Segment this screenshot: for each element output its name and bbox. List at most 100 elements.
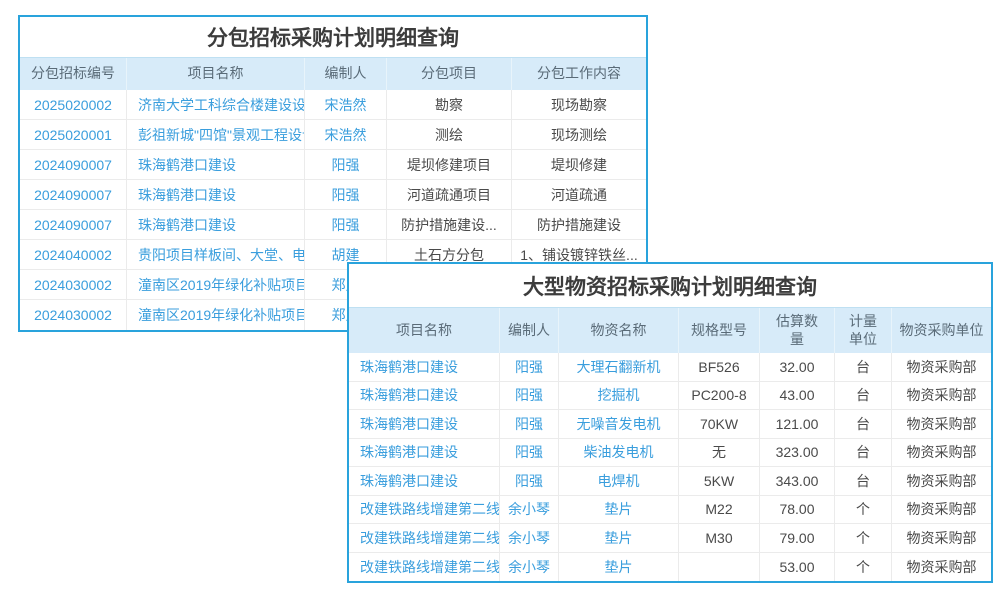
cell-project[interactable]: 潼南区2019年绿化补贴项目: [127, 270, 305, 299]
cell-unit: 个: [835, 496, 892, 524]
cell-compiler[interactable]: 余小琴: [500, 553, 559, 582]
cell-code[interactable]: 2024090007: [20, 210, 127, 239]
cell-compiler[interactable]: 阳强: [500, 439, 559, 467]
column-header-sub_item: 分包项目: [387, 58, 512, 90]
cell-compiler[interactable]: 阳强: [500, 467, 559, 495]
cell-material[interactable]: 电焊机: [559, 467, 679, 495]
cell-compiler[interactable]: 阳强: [305, 180, 387, 209]
cell-project[interactable]: 珠海鹤港口建设: [349, 353, 500, 381]
cell-qty: 53.00: [760, 553, 835, 582]
cell-unit: 台: [835, 382, 892, 410]
cell-purchase_dept: 物资采购部: [892, 353, 991, 381]
cell-material[interactable]: 垫片: [559, 553, 679, 582]
table-row: 珠海鹤港口建设阳强挖掘机PC200-843.00台物资采购部: [349, 382, 991, 411]
cell-unit: 台: [835, 410, 892, 438]
cell-spec: 70KW: [679, 410, 760, 438]
cell-project[interactable]: 珠海鹤港口建设: [127, 150, 305, 179]
materials-header-row: 项目名称编制人物资名称规格型号估算数 量计量 单位物资采购单位: [349, 308, 991, 353]
cell-project[interactable]: 潼南区2019年绿化补贴项目: [127, 300, 305, 330]
cell-compiler[interactable]: 余小琴: [500, 524, 559, 552]
cell-work_content: 现场测绘: [512, 120, 646, 149]
cell-project[interactable]: 改建铁路线增建第二线直通: [349, 496, 500, 524]
cell-project[interactable]: 贵阳项目样板间、大堂、电梯: [127, 240, 305, 269]
cell-purchase_dept: 物资采购部: [892, 524, 991, 552]
column-header-compiler: 编制人: [305, 58, 387, 90]
cell-spec: 无: [679, 439, 760, 467]
cell-code[interactable]: 2025020001: [20, 120, 127, 149]
table-row: 2024090007珠海鹤港口建设阳强防护措施建设...防护措施建设: [20, 210, 646, 240]
cell-material[interactable]: 无噪音发电机: [559, 410, 679, 438]
cell-unit: 台: [835, 439, 892, 467]
cell-project[interactable]: 珠海鹤港口建设: [349, 467, 500, 495]
cell-purchase_dept: 物资采购部: [892, 553, 991, 582]
cell-material[interactable]: 大理石翻新机: [559, 353, 679, 381]
cell-qty: 121.00: [760, 410, 835, 438]
cell-project[interactable]: 改建铁路线增建第二线直通: [349, 524, 500, 552]
cell-code[interactable]: 2024030002: [20, 300, 127, 330]
cell-code[interactable]: 2025020002: [20, 90, 127, 119]
cell-spec: PC200-8: [679, 382, 760, 410]
cell-qty: 323.00: [760, 439, 835, 467]
column-header-spec: 规格型号: [679, 308, 760, 353]
cell-sub_item: 测绘: [387, 120, 512, 149]
cell-work_content: 河道疏通: [512, 180, 646, 209]
materials-table-body: 珠海鹤港口建设阳强大理石翻新机BF52632.00台物资采购部珠海鹤港口建设阳强…: [349, 353, 991, 581]
cell-spec: BF526: [679, 353, 760, 381]
table-row: 2025020001彭祖新城"四馆"景观工程设计宋浩然测绘现场测绘: [20, 120, 646, 150]
table-row: 改建铁路线增建第二线直通余小琴垫片M3079.00个物资采购部: [349, 524, 991, 553]
cell-purchase_dept: 物资采购部: [892, 467, 991, 495]
cell-compiler[interactable]: 宋浩然: [305, 120, 387, 149]
cell-code[interactable]: 2024090007: [20, 150, 127, 179]
cell-qty: 79.00: [760, 524, 835, 552]
table-row: 改建铁路线增建第二线直通余小琴垫片53.00个物资采购部: [349, 553, 991, 582]
table-row: 珠海鹤港口建设阳强无噪音发电机70KW121.00台物资采购部: [349, 410, 991, 439]
cell-purchase_dept: 物资采购部: [892, 382, 991, 410]
cell-compiler[interactable]: 阳强: [500, 410, 559, 438]
table-row: 2025020002济南大学工科综合楼建设设计宋浩然勘察现场勘察: [20, 90, 646, 120]
column-header-project: 项目名称: [349, 308, 500, 353]
cell-work_content: 防护措施建设: [512, 210, 646, 239]
cell-compiler[interactable]: 阳强: [500, 353, 559, 381]
cell-compiler[interactable]: 阳强: [305, 210, 387, 239]
cell-spec: [679, 553, 760, 582]
cell-compiler[interactable]: 宋浩然: [305, 90, 387, 119]
cell-material[interactable]: 挖掘机: [559, 382, 679, 410]
cell-spec: 5KW: [679, 467, 760, 495]
cell-code[interactable]: 2024040002: [20, 240, 127, 269]
cell-project[interactable]: 珠海鹤港口建设: [349, 439, 500, 467]
cell-code[interactable]: 2024090007: [20, 180, 127, 209]
column-header-purchase_dept: 物资采购单位: [892, 308, 991, 353]
cell-sub_item: 勘察: [387, 90, 512, 119]
table-row: 2024090007珠海鹤港口建设阳强堤坝修建项目堤坝修建: [20, 150, 646, 180]
cell-code[interactable]: 2024030002: [20, 270, 127, 299]
cell-project[interactable]: 珠海鹤港口建设: [127, 180, 305, 209]
cell-compiler[interactable]: 阳强: [500, 382, 559, 410]
column-header-material: 物资名称: [559, 308, 679, 353]
cell-project[interactable]: 改建铁路线增建第二线直通: [349, 553, 500, 582]
cell-spec: M30: [679, 524, 760, 552]
table-row: 改建铁路线增建第二线直通余小琴垫片M2278.00个物资采购部: [349, 496, 991, 525]
cell-material[interactable]: 垫片: [559, 496, 679, 524]
cell-project[interactable]: 彭祖新城"四馆"景观工程设计: [127, 120, 305, 149]
column-header-compiler: 编制人: [500, 308, 559, 353]
cell-project[interactable]: 珠海鹤港口建设: [349, 382, 500, 410]
cell-material[interactable]: 垫片: [559, 524, 679, 552]
cell-project[interactable]: 珠海鹤港口建设: [349, 410, 500, 438]
cell-compiler[interactable]: 阳强: [305, 150, 387, 179]
cell-purchase_dept: 物资采购部: [892, 410, 991, 438]
cell-purchase_dept: 物资采购部: [892, 439, 991, 467]
cell-qty: 78.00: [760, 496, 835, 524]
table-row: 珠海鹤港口建设阳强大理石翻新机BF52632.00台物资采购部: [349, 353, 991, 382]
column-header-qty: 估算数 量: [760, 308, 835, 353]
subcontract-window-title: 分包招标采购计划明细查询: [20, 17, 646, 58]
cell-project[interactable]: 济南大学工科综合楼建设设计: [127, 90, 305, 119]
cell-work_content: 堤坝修建: [512, 150, 646, 179]
cell-unit: 台: [835, 467, 892, 495]
subcontract-header-row: 分包招标编号项目名称编制人分包项目分包工作内容: [20, 58, 646, 90]
cell-compiler[interactable]: 余小琴: [500, 496, 559, 524]
cell-material[interactable]: 柴油发电机: [559, 439, 679, 467]
cell-project[interactable]: 珠海鹤港口建设: [127, 210, 305, 239]
table-row: 2024090007珠海鹤港口建设阳强河道疏通项目河道疏通: [20, 180, 646, 210]
cell-qty: 32.00: [760, 353, 835, 381]
materials-bidding-query-window: 大型物资招标采购计划明细查询 项目名称编制人物资名称规格型号估算数 量计量 单位…: [347, 262, 993, 583]
